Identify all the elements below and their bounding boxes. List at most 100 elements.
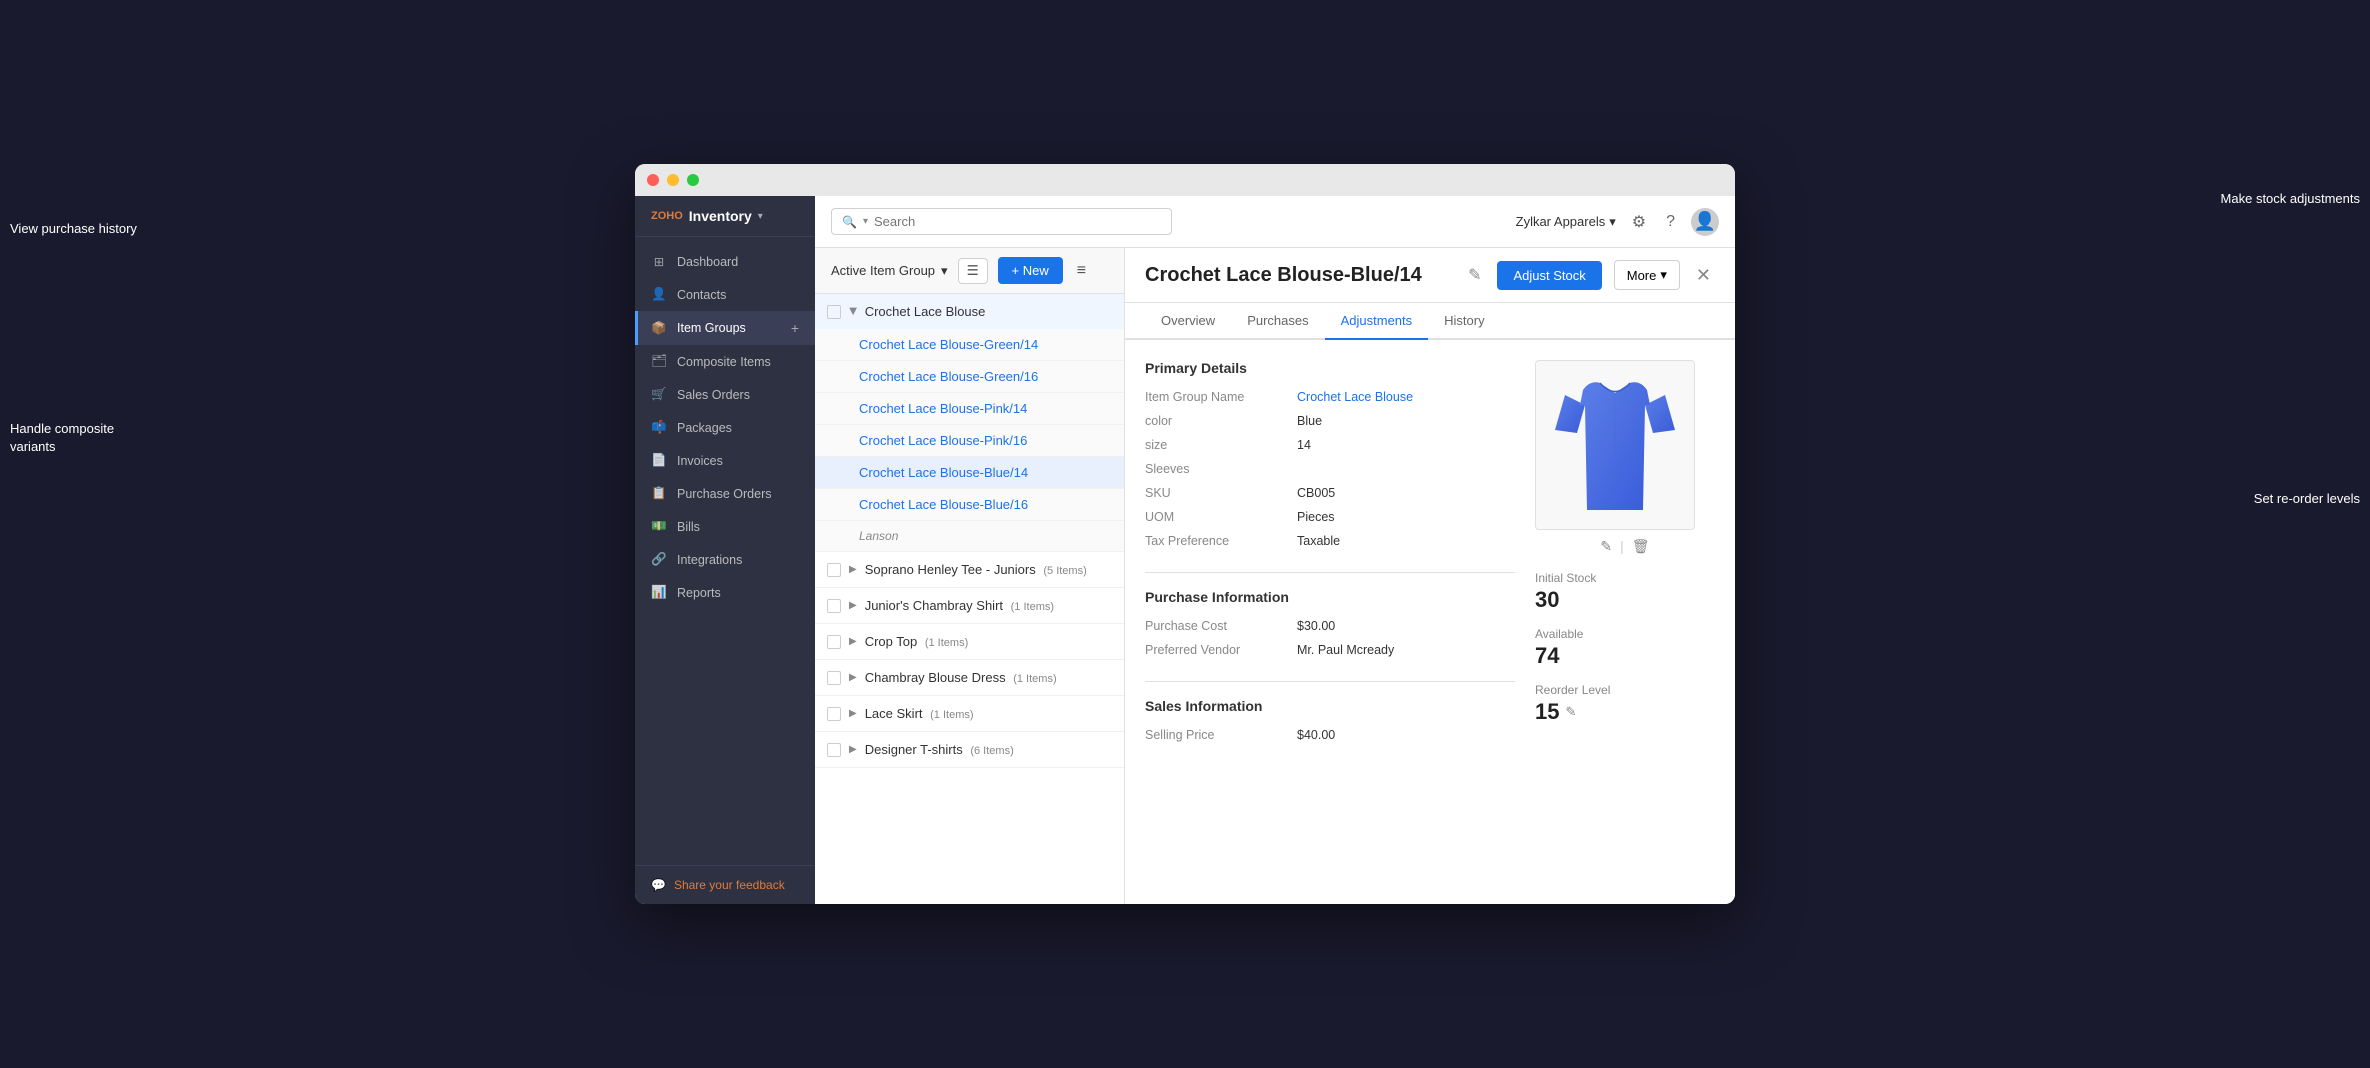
list-item-pink14[interactable]: Crochet Lace Blouse-Pink/14 [815,393,1124,425]
sidebar-item-contacts[interactable]: 👤 Contacts [635,278,815,311]
group-checkbox-lace-skirt[interactable] [827,707,841,721]
image-delete-icon[interactable]: 🗑 [1632,538,1650,555]
close-detail-button[interactable]: ✕ [1692,261,1715,290]
sidebar-label-invoices: Invoices [677,454,723,468]
invoices-icon: 📄 [651,453,667,468]
group-checkbox-chambray-dress[interactable] [827,671,841,685]
group-header-chambray-dress[interactable]: ▶ Chambray Blouse Dress (1 Items) [815,660,1124,695]
new-button[interactable]: + New [998,257,1063,284]
group-name-crop-top: Crop Top (1 Items) [865,634,1112,649]
more-btn-chevron: ▾ [1660,267,1667,283]
more-button[interactable]: More ▾ [1614,260,1680,290]
sidebar-item-purchase-orders[interactable]: 📋 Purchase Orders [635,477,815,510]
sidebar-label-purchase-orders: Purchase Orders [677,487,771,501]
sales-orders-icon: 🛒 [651,387,667,402]
group-soprano: ▶ Soprano Henley Tee - Juniors (5 Items) [815,552,1124,588]
item-groups-icon: 📦 [651,321,667,336]
group-header-designer-tshirts[interactable]: ▶ Designer T-shirts (6 Items) [815,732,1124,767]
sidebar-item-invoices[interactable]: 📄 Invoices [635,444,815,477]
sidebar-item-packages[interactable]: 📫 Packages [635,411,815,444]
group-checkbox-crop-top[interactable] [827,635,841,649]
app-dropdown-icon[interactable]: ▾ [758,211,763,222]
sidebar-item-sales-orders[interactable]: 🛒 Sales Orders [635,378,815,411]
field-value-sleeves [1297,462,1515,476]
group-chambray-dress: ▶ Chambray Blouse Dress (1 Items) [815,660,1124,696]
minimize-traffic-light[interactable] [667,174,679,186]
sidebar-item-bills[interactable]: 💵 Bills [635,510,815,543]
list-item-blue16[interactable]: Crochet Lace Blouse-Blue/16 [815,489,1124,521]
search-input[interactable] [874,214,1161,229]
feedback-icon: 💬 [651,878,666,892]
group-name-crochet: Crochet Lace Blouse [865,304,1112,319]
group-checkbox-designer-tshirts[interactable] [827,743,841,757]
list-item-green16[interactable]: Crochet Lace Blouse-Green/16 [815,361,1124,393]
annotation-right1: Make stock adjustments [2221,190,2360,208]
group-header-soprano[interactable]: ▶ Soprano Henley Tee - Juniors (5 Items) [815,552,1124,587]
field-value-size: 14 [1297,438,1515,452]
field-value-item-group[interactable]: Crochet Lace Blouse [1297,390,1515,404]
purchase-info-title: Purchase Information [1145,589,1515,605]
group-chevron-chambray-dress: ▶ [849,672,857,683]
stock-info: Initial Stock 30 Available 74 Reorder Le… [1535,571,1715,725]
group-checkbox-chambray-shirt[interactable] [827,599,841,613]
list-menu-icon[interactable]: ≡ [1073,258,1090,284]
sidebar-logo: ZOHO Inventory ▾ [635,196,815,237]
item-image [1535,360,1695,530]
primary-details-title: Primary Details [1145,360,1515,376]
reports-icon: 📊 [651,585,667,600]
help-icon[interactable]: ? [1662,209,1679,235]
field-label-purchase-cost: Purchase Cost [1145,619,1285,633]
field-value-color: Blue [1297,414,1515,428]
sidebar-item-composite-items[interactable]: 🗂 Composite Items [635,345,815,378]
group-header-lace-skirt[interactable]: ▶ Lace Skirt (1 Items) [815,696,1124,731]
sidebar-label-packages: Packages [677,421,732,435]
group-header-crop-top[interactable]: ▶ Crop Top (1 Items) [815,624,1124,659]
feedback-link[interactable]: 💬 Share your feedback [635,865,815,904]
sidebar-nav: ⊞ Dashboard 👤 Contacts 📦 Item Groups + 🗂 [635,237,815,865]
integrations-icon: 🔗 [651,552,667,567]
sidebar-item-reports[interactable]: 📊 Reports [635,576,815,609]
detail-header: Crochet Lace Blouse-Blue/14 ✎ Adjust Sto… [1125,248,1735,303]
list-item-pink16[interactable]: Crochet Lace Blouse-Pink/16 [815,425,1124,457]
sales-info-fields: Selling Price $40.00 [1145,728,1515,742]
group-checkbox-soprano[interactable] [827,563,841,577]
detail-edit-icon[interactable]: ✎ [1464,261,1485,289]
add-item-group-icon[interactable]: + [791,320,799,336]
list-panel: Active Item Group ▾ ☰ + New ≡ [815,248,1125,904]
user-avatar[interactable]: 👤 [1691,208,1719,236]
sidebar-label-sales-orders: Sales Orders [677,388,750,402]
tab-overview[interactable]: Overview [1145,303,1231,340]
reorder-level-value: 15 [1535,699,1559,725]
active-group-label: Active Item Group [831,263,935,278]
adjust-stock-button[interactable]: Adjust Stock [1497,261,1601,290]
purchase-orders-icon: 📋 [651,486,667,501]
tab-purchases[interactable]: Purchases [1231,303,1324,340]
stock-sidebar: ✎ | 🗑 Initial Stock 30 Available 74 [1535,360,1715,766]
list-item-green14[interactable]: Crochet Lace Blouse-Green/14 [815,329,1124,361]
sidebar-item-item-groups[interactable]: 📦 Item Groups + [635,311,815,345]
image-edit-icon[interactable]: ✎ [1600,538,1612,555]
primary-details-fields: Item Group Name Crochet Lace Blouse colo… [1145,390,1515,548]
active-group-dropdown[interactable]: Active Item Group ▾ [831,263,948,279]
group-checkbox-crochet[interactable] [827,305,841,319]
group-header-crochet[interactable]: ▶ Crochet Lace Blouse [815,294,1124,329]
sidebar-item-integrations[interactable]: 🔗 Integrations [635,543,815,576]
close-traffic-light[interactable] [647,174,659,186]
tab-adjustments[interactable]: Adjustments [1325,303,1429,340]
sidebar-label-bills: Bills [677,520,700,534]
reorder-edit-icon[interactable]: ✎ [1565,704,1576,720]
settings-icon[interactable]: ⚙ [1628,208,1650,236]
company-selector[interactable]: Zylkar Apparels ▾ [1516,214,1616,230]
initial-stock-value: 30 [1535,587,1715,613]
tab-history[interactable]: History [1428,303,1500,340]
expand-traffic-light[interactable] [687,174,699,186]
group-header-chambray-shirt[interactable]: ▶ Junior's Chambray Shirt (1 Items) [815,588,1124,623]
list-item-blue14[interactable]: Crochet Lace Blouse-Blue/14 [815,457,1124,489]
search-dropdown-icon[interactable]: ▾ [863,216,868,227]
active-group-chevron: ▾ [941,263,948,279]
sidebar-item-dashboard[interactable]: ⊞ Dashboard [635,245,815,278]
detail-info: Primary Details Item Group Name Crochet … [1145,360,1515,766]
filter-button[interactable]: ☰ [958,258,988,284]
app-name: Inventory [689,208,752,224]
title-bar [635,164,1735,196]
